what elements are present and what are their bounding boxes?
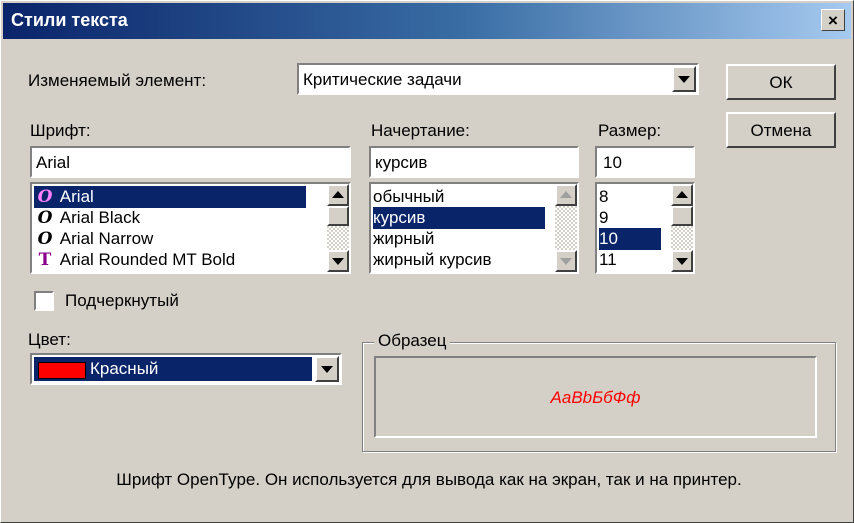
close-button[interactable]: × — [821, 9, 845, 31]
opentype-icon: O — [37, 208, 53, 228]
font-list-item[interactable]: O Arial Black — [34, 207, 141, 229]
font-input[interactable]: Arial — [30, 146, 351, 178]
ok-button[interactable]: ОК — [726, 64, 836, 100]
size-list-item-label: 11 — [599, 250, 617, 269]
scroll-thumb[interactable] — [671, 206, 693, 226]
font-list-item-label: Arial Rounded MT Bold — [59, 250, 236, 269]
font-list-item[interactable]: T Arial Rounded MT Bold — [34, 249, 236, 271]
style-list-item-label: жирный курсив — [373, 250, 492, 269]
size-input[interactable]: 10 — [595, 146, 695, 178]
color-swatch — [38, 362, 86, 379]
underline-checkbox[interactable] — [34, 291, 54, 311]
size-list-item-label: 10 — [599, 229, 618, 248]
close-icon: × — [828, 11, 838, 30]
style-list-item-label: жирный — [373, 229, 435, 248]
chevron-down-icon — [560, 258, 572, 265]
title-bar[interactable]: Стили текста × — [3, 3, 851, 39]
style-input-value: курсив — [375, 153, 428, 172]
size-list-item[interactable]: 11 — [599, 249, 617, 271]
color-selected-item: Красный — [34, 357, 312, 381]
size-list-item[interactable]: 8 — [599, 186, 608, 208]
scroll-down-button[interactable] — [671, 250, 693, 272]
scroll-down-button[interactable] — [555, 250, 577, 272]
sample-preview: AaBbБбФф — [374, 356, 817, 438]
size-listbox[interactable]: 8 9 10 11 — [595, 182, 695, 274]
chevron-down-icon — [332, 258, 344, 265]
color-dropdown-button[interactable] — [315, 356, 339, 382]
sample-label: Образец — [374, 331, 451, 351]
style-list-scrollbar[interactable] — [555, 184, 577, 272]
scroll-down-button[interactable] — [327, 250, 349, 272]
opentype-icon: O — [37, 187, 53, 207]
element-combobox[interactable]: Критические задачи — [297, 63, 699, 95]
chevron-up-icon — [676, 191, 688, 198]
element-dropdown-button[interactable] — [672, 66, 696, 92]
size-input-value: 10 — [603, 153, 622, 172]
ok-button-label: ОК — [769, 73, 793, 92]
cancel-button[interactable]: Отмена — [726, 112, 836, 148]
size-list-item[interactable]: 9 — [599, 207, 608, 229]
font-listbox[interactable]: O Arial O Arial Black O Arial Narrow T A… — [30, 182, 351, 274]
size-list-item-label: 8 — [599, 187, 609, 206]
style-list-item[interactable]: обычный — [373, 186, 444, 208]
cancel-button-label: Отмена — [750, 121, 812, 140]
element-combobox-value: Критические задачи — [303, 70, 462, 89]
chevron-down-icon — [676, 258, 688, 265]
style-input[interactable]: курсив — [369, 146, 579, 178]
font-description: Шрифт OpenType. Он используется для выво… — [116, 470, 742, 489]
style-list-item[interactable]: жирный — [373, 228, 434, 250]
font-list-item[interactable]: O Arial — [34, 186, 306, 208]
underline-label: Подчеркнутый — [65, 291, 179, 310]
style-list-item-label: курсив — [373, 208, 426, 227]
scroll-thumb[interactable] — [327, 206, 349, 226]
font-list-item[interactable]: O Arial Narrow — [34, 228, 154, 250]
text-styles-dialog: Стили текста × Изменяемый элемент: Крити… — [0, 0, 854, 523]
style-list-item[interactable]: жирный курсив — [373, 249, 492, 271]
color-combobox-value: Красный — [90, 359, 159, 378]
truetype-icon: T — [38, 250, 52, 270]
scroll-up-button[interactable] — [555, 184, 577, 206]
style-list-item-label: обычный — [373, 187, 445, 206]
size-label: Размер: — [598, 121, 662, 140]
font-list-item-label: Arial Black — [59, 208, 141, 227]
color-label: Цвет: — [28, 330, 71, 349]
style-listbox[interactable]: обычный курсив жирный жирный курсив — [369, 182, 579, 274]
element-label: Изменяемый элемент: — [28, 71, 207, 90]
dialog-title: Стили текста — [11, 10, 128, 30]
font-list-item-label: Arial — [59, 187, 94, 206]
scroll-up-button[interactable] — [327, 184, 349, 206]
opentype-icon: O — [37, 229, 53, 249]
chevron-down-icon — [321, 366, 333, 373]
size-list-item-label: 9 — [599, 208, 609, 227]
chevron-down-icon — [678, 76, 690, 83]
size-list-scrollbar[interactable] — [671, 184, 693, 272]
chevron-up-icon — [560, 191, 572, 198]
color-combobox[interactable]: Красный — [30, 353, 342, 385]
style-list-item[interactable]: курсив — [373, 207, 545, 229]
font-input-value: Arial — [36, 153, 71, 172]
font-list-scrollbar[interactable] — [327, 184, 349, 272]
size-list-item[interactable]: 10 — [599, 228, 661, 250]
font-list-item-label: Arial Narrow — [59, 229, 154, 248]
font-label: Шрифт: — [30, 121, 91, 140]
scroll-up-button[interactable] — [671, 184, 693, 206]
chevron-up-icon — [332, 191, 344, 198]
style-label: Начертание: — [371, 121, 470, 140]
sample-text: AaBbБбФф — [550, 388, 641, 407]
